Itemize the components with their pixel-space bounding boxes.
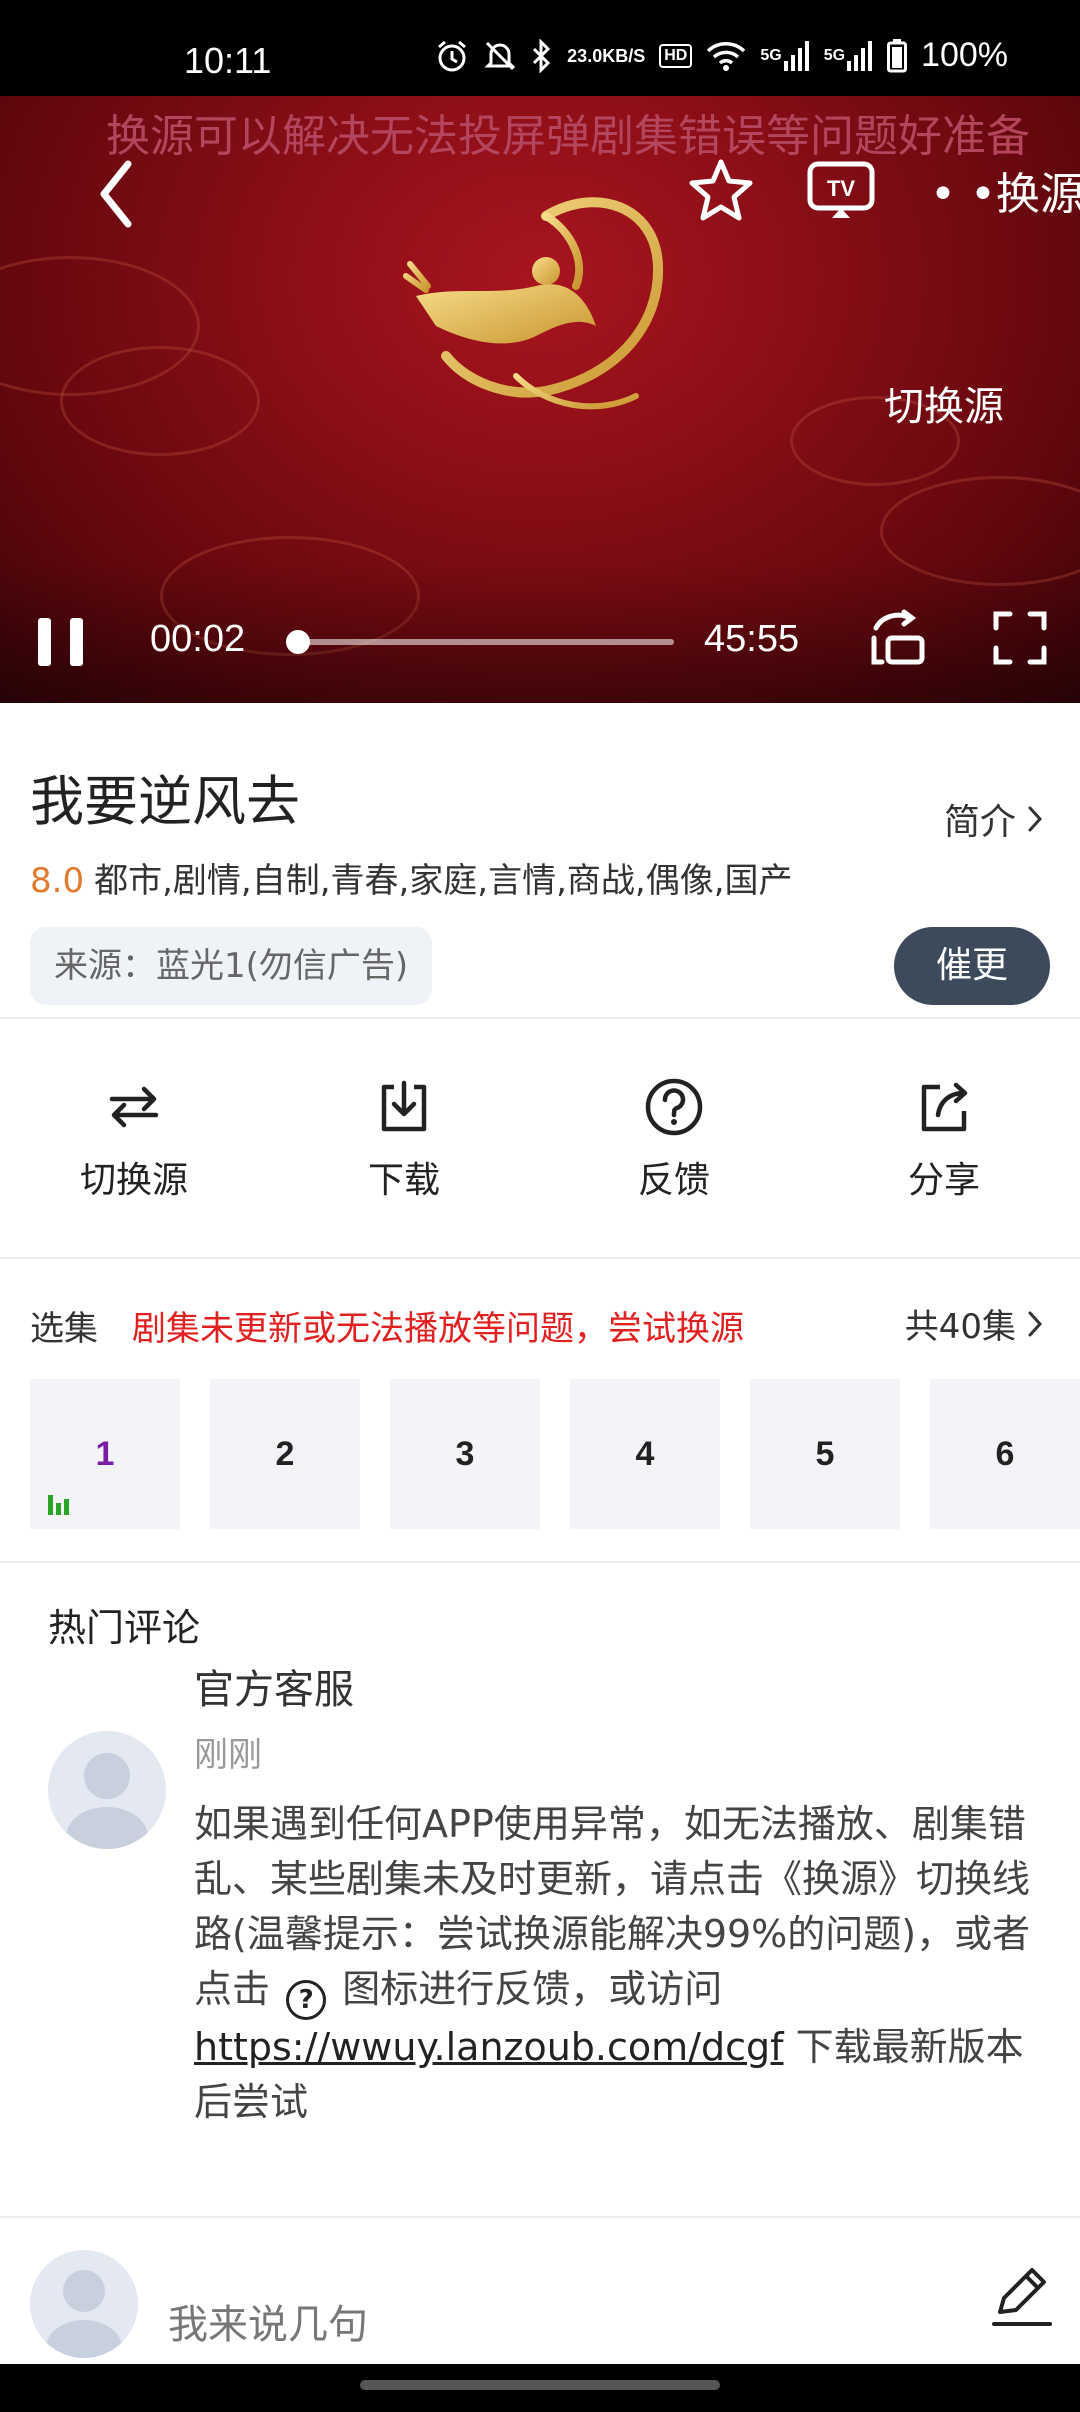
total-time: 45:55: [704, 618, 800, 660]
status-time: 10:11: [184, 40, 272, 81]
action-switch-source[interactable]: 切换源: [34, 1045, 234, 1201]
episode-item[interactable]: 2: [210, 1379, 360, 1529]
show-title: 我要逆风去: [30, 770, 300, 833]
svg-text:TV: TV: [827, 176, 855, 201]
divider: [0, 1257, 1080, 1259]
signal-icon-1: 5G: [760, 40, 809, 71]
hot-comments-header: 热门评论: [48, 1606, 201, 1650]
action-download[interactable]: 下载: [304, 1045, 504, 1201]
action-label: 反馈: [637, 1160, 710, 1201]
current-time: 00:02: [150, 618, 246, 660]
episode-item[interactable]: 6: [930, 1379, 1080, 1529]
status-icons: 23.0 KB/S HD 5G 5G 100%: [435, 36, 1008, 75]
help-inline-icon: ?: [286, 1980, 327, 2020]
episode-total-link[interactable]: 共40集: [905, 1299, 1044, 1348]
comment-input-placeholder[interactable]: 我来说几句: [168, 2292, 368, 2350]
episode-number: 4: [635, 1435, 655, 1473]
comment-time: 刚刚: [194, 1735, 262, 1775]
episode-number: 5: [815, 1435, 835, 1473]
favorite-star-icon[interactable]: [686, 156, 756, 226]
bluetooth-icon: [531, 38, 553, 73]
more-menu[interactable]: • •换源可: [930, 158, 1080, 222]
help-icon: [645, 1078, 703, 1136]
action-label: 分享: [907, 1160, 980, 1201]
source-badge[interactable]: 来源：蓝光1(勿信广告): [30, 927, 433, 1005]
fullscreen-icon[interactable]: [990, 608, 1050, 668]
rotate-screen-icon[interactable]: [868, 608, 932, 672]
divider: [0, 1561, 1080, 1563]
episode-item[interactable]: 5: [750, 1379, 900, 1529]
chevron-right-icon: [1028, 806, 1043, 832]
episode-list: 1 2 3 4 5 6: [30, 1379, 1080, 1529]
action-label: 下载: [367, 1160, 440, 1201]
switch-source-overlay-button[interactable]: 切换源: [884, 374, 1004, 432]
action-feedback[interactable]: 反馈: [574, 1045, 774, 1201]
wifi-icon: [706, 40, 746, 72]
divider: [0, 1017, 1080, 1019]
genre-tags: 都市,剧情,自制,青春,家庭,言情,商战,偶像,国产: [94, 861, 793, 901]
hd-badge: HD: [659, 43, 693, 68]
episode-number: 6: [995, 1435, 1015, 1473]
more-dots-icon: • •: [930, 169, 996, 220]
action-share[interactable]: 分享: [844, 1045, 1044, 1201]
share-icon: [921, 1082, 968, 1132]
more-source-text: 换源可: [995, 169, 1080, 220]
intro-link[interactable]: 简介: [944, 793, 1044, 845]
show-meta: 8.0 都市,剧情,自制,青春,家庭,言情,商战,偶像,国产: [30, 853, 793, 902]
comment-text: 如果遇到任何APP使用异常，如无法播放、剧集错乱、某些剧集未及时更新，请点击《换…: [194, 1802, 1031, 2124]
pause-button[interactable]: [38, 618, 84, 668]
episode-total-label: 共40集: [904, 1307, 1016, 1347]
progress-track[interactable]: [296, 639, 674, 645]
detail-content: 我要逆风去 简介 8.0 都市,剧情,自制,青春,家庭,言情,商战,偶像,国产 来…: [0, 703, 1080, 2216]
mute-icon: [483, 39, 517, 73]
switch-icon: [109, 1086, 159, 1128]
episode-number: 1: [95, 1435, 115, 1473]
episode-item[interactable]: 3: [390, 1379, 540, 1529]
alarm-icon: [435, 39, 469, 73]
avatar[interactable]: [30, 2250, 138, 2358]
episode-number: 2: [275, 1435, 295, 1473]
action-label: 切换源: [79, 1160, 188, 1201]
edit-pen-icon[interactable]: [986, 2260, 1058, 2332]
episode-warning: 剧集未更新或无法播放等问题，尝试换源: [132, 1309, 744, 1349]
download-icon: [381, 1080, 427, 1132]
episode-header: 选集: [30, 1309, 98, 1349]
signal-icon-2: 5G: [824, 40, 873, 71]
battery-icon: [887, 38, 908, 73]
marquee-notice: 换源可以解决无法投屏弹剧集错误等问题好准备: [106, 111, 1030, 162]
gesture-handle[interactable]: [360, 2380, 720, 2390]
network-speed: 23.0 KB/S: [567, 45, 646, 66]
back-icon[interactable]: [92, 154, 142, 234]
episode-number: 3: [455, 1435, 475, 1473]
cloud-decoration: [60, 346, 260, 456]
cast-tv-icon[interactable]: TV: [806, 154, 876, 224]
download-link[interactable]: https://wwuy.lanzoub.com/dcgf: [194, 2025, 783, 2069]
episode-item[interactable]: 4: [570, 1379, 720, 1529]
urge-update-button[interactable]: 催更: [894, 927, 1050, 1005]
avatar[interactable]: [48, 1731, 166, 1849]
chevron-right-icon: [1028, 1311, 1043, 1336]
battery-level: 100%: [921, 36, 1008, 74]
status-bar: 10:11 23.0 KB/S HD 5G 5G 100%: [0, 0, 1080, 96]
video-player[interactable]: 换源可以解决无法投屏弹剧集错误等问题好准备 TV • •换源可 切换源 00:0…: [0, 96, 1080, 703]
intro-label: 简介: [943, 802, 1016, 843]
comment-user: 官方客服: [194, 1667, 354, 1713]
rating-score: 8.0: [30, 861, 85, 901]
flying-apsara-logo: [403, 197, 664, 410]
episode-item[interactable]: 1: [30, 1379, 180, 1529]
progress-thumb[interactable]: [286, 630, 310, 654]
playing-bars-icon: [48, 1495, 69, 1515]
action-row: 切换源 下载 反馈 分享: [0, 1045, 1080, 1201]
